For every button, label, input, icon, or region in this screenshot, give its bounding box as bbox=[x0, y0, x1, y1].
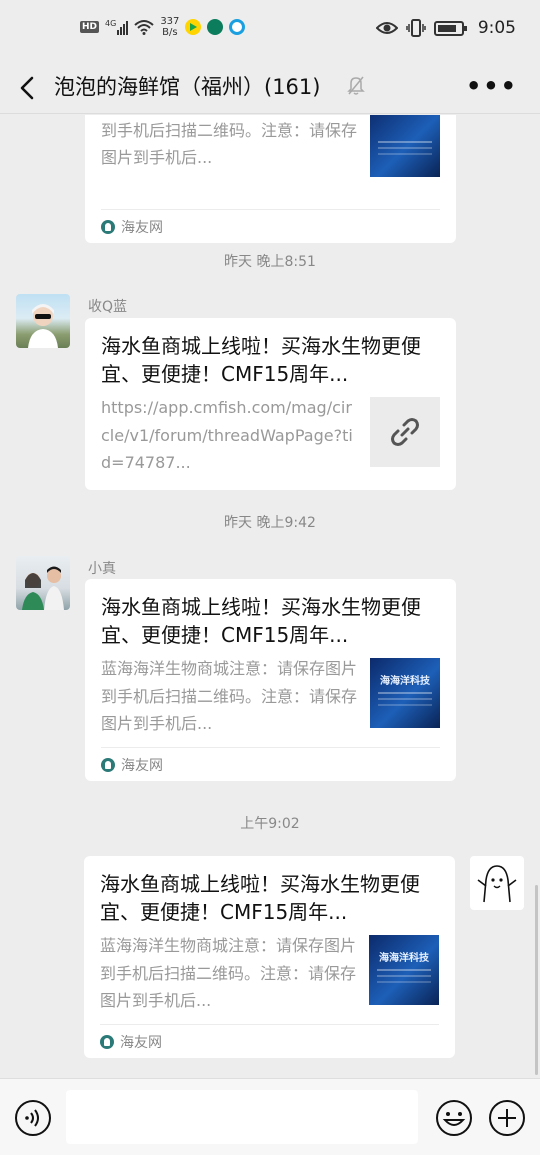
my-avatar[interactable] bbox=[470, 856, 524, 910]
plus-icon[interactable] bbox=[488, 1099, 526, 1137]
message-card-outgoing[interactable]: 海水鱼商城上线啦！买海水生物更便宜、更便捷！CMF15周年... 蓝海海洋生物商… bbox=[84, 856, 455, 1058]
chat-header: 泡泡的海鲜馆（福州）(161) ••• bbox=[0, 62, 540, 114]
emoji-icon[interactable] bbox=[435, 1099, 473, 1137]
card-description: 蓝海海洋生物商城注意：请保存图片到手机后扫描二维码。注意：请保存图片到手机后..… bbox=[101, 120, 358, 168]
wifi-icon bbox=[134, 20, 154, 35]
user-avatar-image bbox=[22, 566, 64, 610]
source-logo-icon bbox=[101, 757, 115, 772]
user-avatar-image bbox=[28, 304, 58, 348]
bell-muted-icon bbox=[347, 76, 365, 95]
network-type-label: 4G bbox=[105, 19, 117, 28]
avatar[interactable] bbox=[16, 294, 70, 348]
card-source: 海友网 bbox=[101, 747, 440, 781]
status-bar-left: HD 4G 337 B/s bbox=[80, 16, 246, 38]
sender-name: 收Q蓝 bbox=[88, 299, 128, 315]
message-card[interactable]: 海水鱼商城上线啦！买海水生物更便宜、更便捷！CMF15周年... https:/… bbox=[85, 318, 456, 490]
video-app-icon bbox=[185, 19, 202, 35]
clock: 9:05 bbox=[477, 18, 516, 38]
card-thumbnail: 海海洋科技 bbox=[370, 658, 440, 728]
scrollbar[interactable] bbox=[535, 885, 538, 1075]
timestamp: 上午9:02 bbox=[240, 816, 300, 832]
timestamp: 昨天 晚上9:42 bbox=[224, 515, 316, 531]
link-icon bbox=[370, 397, 440, 467]
chevron-left-icon[interactable] bbox=[14, 70, 46, 106]
avatar[interactable] bbox=[16, 556, 70, 610]
voice-icon[interactable] bbox=[14, 1099, 52, 1137]
ghost-avatar-icon bbox=[477, 865, 517, 903]
source-logo-icon bbox=[101, 219, 115, 234]
eye-icon bbox=[375, 22, 398, 34]
input-bar bbox=[0, 1078, 540, 1155]
card-title: 海水鱼商城上线啦！买海水生物更便宜、更便捷！CMF15周年... bbox=[101, 334, 421, 386]
thumbnail-text: 海海洋科技 bbox=[380, 676, 430, 687]
card-title: 海水鱼商城上线啦！买海水生物更便宜、更便捷！CMF15周年... bbox=[100, 872, 420, 924]
card-thumbnail bbox=[370, 115, 440, 177]
chat-app-icon bbox=[207, 19, 224, 35]
timestamp: 昨天 晚上8:51 bbox=[224, 254, 316, 270]
thumbnail-text: 海海洋科技 bbox=[379, 953, 429, 964]
hd-badge: HD bbox=[80, 21, 100, 33]
source-name: 海友网 bbox=[121, 219, 163, 236]
source-name: 海友网 bbox=[120, 1034, 162, 1051]
more-options-button[interactable]: ••• bbox=[466, 72, 518, 100]
sender-name: 小真 bbox=[88, 561, 116, 577]
card-description: 蓝海海洋生物商城注意：请保存图片到手机后扫描二维码。注意：请保存图片到手机后..… bbox=[100, 936, 357, 1010]
browser-app-icon bbox=[229, 19, 246, 35]
source-logo-icon bbox=[100, 1034, 114, 1049]
message-card[interactable]: 海水鱼商城上线啦！买海水生物更便宜、更便捷！CMF15周年... 蓝海海洋生物商… bbox=[85, 579, 456, 781]
source-name: 海友网 bbox=[121, 757, 163, 774]
chat-title: 泡泡的海鲜馆（福州）(161) bbox=[54, 75, 321, 99]
vibrate-icon bbox=[406, 19, 426, 37]
signal-icon: 4G bbox=[105, 19, 129, 35]
status-bar: HD 4G 337 B/s 9:05 bbox=[0, 0, 540, 62]
message-card-partial[interactable]: 蓝海海洋生物商城注意：请保存图片到手机后扫描二维码。注意：请保存图片到手机后..… bbox=[85, 115, 456, 243]
network-speed-value: 337 bbox=[160, 16, 180, 27]
message-input[interactable] bbox=[66, 1090, 418, 1144]
message-list[interactable]: 蓝海海洋生物商城注意：请保存图片到手机后扫描二维码。注意：请保存图片到手机后..… bbox=[0, 115, 540, 1078]
card-description: 蓝海海洋生物商城注意：请保存图片到手机后扫描二维码。注意：请保存图片到手机后..… bbox=[101, 659, 358, 733]
network-speed-unit: B/s bbox=[162, 27, 178, 38]
network-speed: 337 B/s bbox=[160, 16, 179, 38]
card-source: 海友网 bbox=[101, 209, 440, 243]
status-bar-right: 9:05 bbox=[375, 18, 516, 38]
card-link-url: https://app.cmfish.com/mag/circle/v1/for… bbox=[101, 398, 353, 472]
card-source: 海友网 bbox=[100, 1024, 439, 1058]
battery-icon bbox=[433, 20, 467, 36]
card-thumbnail: 海海洋科技 bbox=[369, 935, 439, 1005]
card-title: 海水鱼商城上线啦！买海水生物更便宜、更便捷！CMF15周年... bbox=[101, 595, 421, 647]
